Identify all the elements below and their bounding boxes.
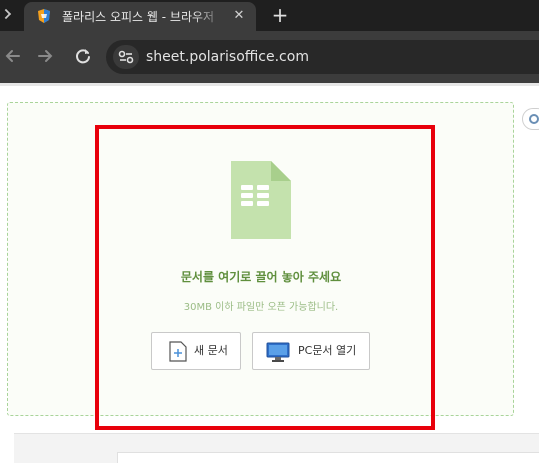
browser-tab[interactable]: 폴라리스 오피스 웹 - 브라우저 ✕ — [24, 2, 256, 31]
drop-zone-subtext: 30MB 이하 파일만 오픈 가능합니다. — [183, 302, 339, 313]
tab-title: 폴라리스 오피스 웹 - 브라우저 — [62, 10, 215, 24]
new-tab-button[interactable]: + — [268, 3, 292, 27]
tab-scroll-left-icon[interactable] — [0, 6, 20, 31]
forward-arrow-icon[interactable] — [34, 45, 56, 67]
open-pc-document-button[interactable]: PC문서 열기 — [252, 332, 370, 370]
new-file-icon — [169, 341, 187, 362]
page-content: 문서를 여기로 끌어 놓아 주세요 30MB 이하 파일만 오픈 가능합니다. … — [0, 88, 539, 463]
spreadsheet-file-icon — [231, 161, 291, 239]
tune-icon — [118, 50, 134, 64]
computer-monitor-icon — [266, 342, 290, 362]
new-document-button[interactable]: 새 문서 — [151, 332, 241, 370]
tab-close-icon[interactable]: ✕ — [230, 7, 248, 25]
open-pc-document-label: PC문서 열기 — [298, 344, 357, 357]
address-bar[interactable]: sheet.polarisoffice.com — [106, 40, 539, 74]
reload-icon[interactable] — [72, 45, 94, 67]
file-drop-zone[interactable]: 문서를 여기로 끌어 놓아 주세요 30MB 이하 파일만 오픈 가능합니다. … — [7, 102, 514, 416]
back-arrow-icon[interactable] — [2, 45, 24, 67]
drop-zone-heading: 문서를 여기로 끌어 놓아 주세요 — [180, 270, 342, 284]
browser-tab-bar: 폴라리스 오피스 웹 - 브라우저 ✕ + — [0, 0, 539, 31]
lower-content-card — [117, 452, 539, 463]
site-info-button[interactable] — [113, 45, 139, 69]
url-text: sheet.polarisoffice.com — [146, 49, 309, 65]
browser-toolbar: sheet.polarisoffice.com — [0, 31, 539, 83]
polaris-office-favicon-icon — [38, 9, 50, 23]
new-document-label: 새 문서 — [194, 344, 228, 357]
side-panel-toggle-icon[interactable] — [522, 108, 539, 130]
